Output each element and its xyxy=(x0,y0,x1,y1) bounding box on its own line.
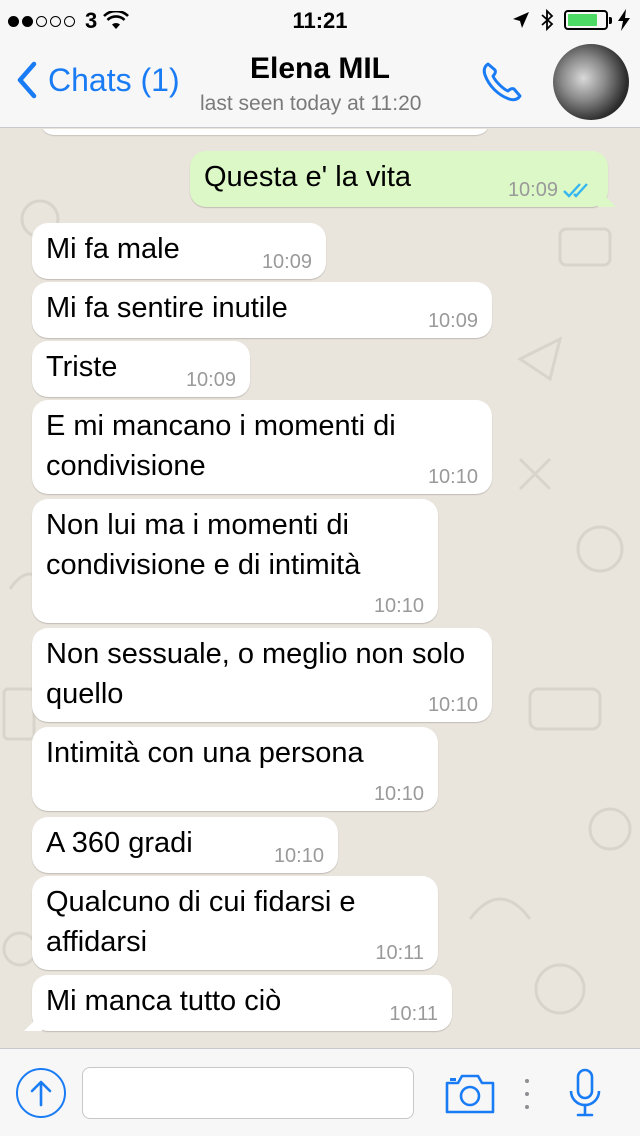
message-time: 10:10 xyxy=(373,595,424,617)
message-time: 10:11 xyxy=(375,942,424,964)
location-arrow-icon xyxy=(513,12,529,28)
message-bubble[interactable]: Intimità con una persona 10:10 xyxy=(32,727,438,811)
charging-bolt-icon xyxy=(618,9,630,31)
message-bubble[interactable]: Mi fa male 10:09 xyxy=(32,223,326,279)
previous-message-edge xyxy=(40,129,490,135)
message-text: Mi manca tutto ciò xyxy=(46,985,282,1017)
message-bubble[interactable]: Qualcuno di cui fidarsi e affidarsi 10:1… xyxy=(32,876,438,970)
compose-bar xyxy=(0,1048,640,1136)
status-bar: 3 11:21 xyxy=(0,0,640,40)
microphone-icon[interactable] xyxy=(566,1067,604,1119)
message-time: 10:10 xyxy=(427,694,478,716)
input-divider xyxy=(524,1079,530,1109)
camera-icon[interactable] xyxy=(444,1071,496,1115)
message-list[interactable]: Questa e' la vita 10:09 Mi fa male 10:09… xyxy=(0,129,640,1048)
double-check-icon xyxy=(563,183,588,198)
battery-icon xyxy=(564,10,612,30)
message-text: E mi mancano i momenti di condivisione xyxy=(46,410,396,482)
phone-icon[interactable] xyxy=(478,58,526,106)
share-button[interactable] xyxy=(16,1068,66,1118)
avatar[interactable] xyxy=(553,44,629,120)
message-time: 10:09 xyxy=(427,310,478,332)
message-time: 10:10 xyxy=(373,783,424,805)
message-time: 10:10 xyxy=(427,466,478,488)
message-time: 10:09 xyxy=(185,369,236,391)
message-time: 10:11 xyxy=(389,1003,438,1025)
message-input[interactable] xyxy=(82,1067,414,1119)
message-bubble[interactable]: Questa e' la vita 10:09 xyxy=(190,151,608,207)
message-bubble[interactable]: Mi fa sentire inutile 10:09 xyxy=(32,282,492,338)
message-text: Intimità con una persona xyxy=(46,737,364,769)
message-time: 10:09 xyxy=(261,251,312,273)
message-text: Qualcuno di cui fidarsi e affidarsi xyxy=(46,886,356,958)
message-time: 10:10 xyxy=(273,845,324,867)
contact-name[interactable]: Elena MIL xyxy=(0,52,640,86)
contact-status: last seen today at 11:20 xyxy=(200,92,422,115)
message-bubble[interactable]: Triste 10:09 xyxy=(32,341,250,397)
message-bubble[interactable]: Non lui ma i momenti di condivisione e d… xyxy=(32,499,438,623)
message-bubble[interactable]: E mi mancano i momenti di condivisione 1… xyxy=(32,400,492,494)
message-bubble[interactable]: Non sessuale, o meglio non solo quello 1… xyxy=(32,628,492,722)
chat-header: Chats (1) Elena MIL last seen today at 1… xyxy=(0,40,640,128)
status-right xyxy=(512,8,630,32)
message-bubble[interactable]: A 360 gradi 10:10 xyxy=(32,817,338,873)
bluetooth-icon xyxy=(541,8,554,32)
message-text: Non sessuale, o meglio non solo quello xyxy=(46,638,466,710)
message-text: Non lui ma i momenti di condivisione e d… xyxy=(46,509,361,581)
message-bubble[interactable]: Mi manca tutto ciò 10:11 xyxy=(32,975,452,1031)
message-time: 10:09 xyxy=(508,179,594,201)
share-arrow-icon xyxy=(30,1080,52,1107)
message-text: Mi fa sentire inutile xyxy=(46,292,288,324)
